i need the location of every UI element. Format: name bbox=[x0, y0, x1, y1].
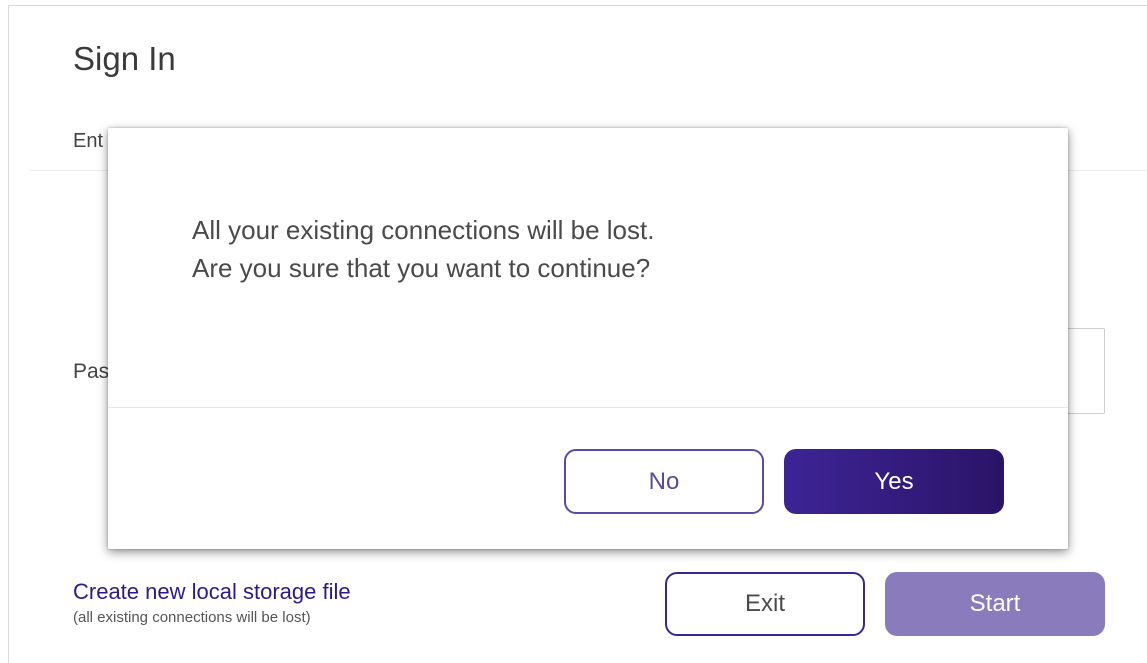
dialog-message-line-2: Are you sure that you want to continue? bbox=[192, 253, 651, 283]
exit-button[interactable]: Exit bbox=[665, 572, 865, 636]
password-label: Pas bbox=[73, 360, 110, 383]
dialog-message-line-1: All your existing connections will be lo… bbox=[192, 215, 655, 245]
enter-label: Ent bbox=[73, 130, 104, 152]
yes-button[interactable]: Yes bbox=[784, 449, 1004, 514]
dialog-divider bbox=[108, 407, 1068, 408]
start-button[interactable]: Start bbox=[885, 572, 1105, 636]
page-title: Sign In bbox=[73, 40, 176, 77]
no-button[interactable]: No bbox=[564, 449, 764, 514]
confirm-dialog: All your existing connections will be lo… bbox=[108, 128, 1068, 549]
create-storage-link[interactable]: Create new local storage file bbox=[73, 579, 351, 605]
dialog-message: All your existing connections will be lo… bbox=[192, 211, 654, 287]
create-storage-note: (all existing connections will be lost) bbox=[73, 609, 311, 626]
